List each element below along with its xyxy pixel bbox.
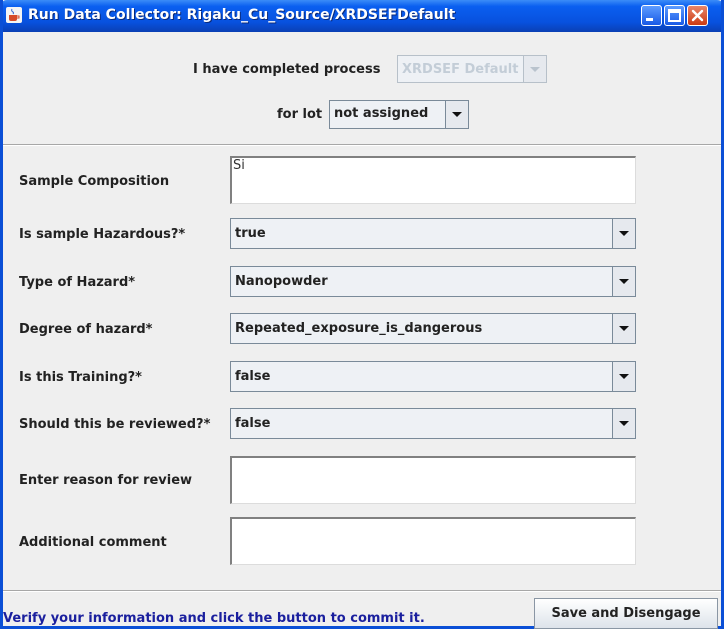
header-separator: [3, 144, 721, 146]
footer-separator: [3, 590, 721, 592]
lot-select[interactable]: not assigned: [329, 100, 469, 129]
close-icon: [691, 9, 704, 22]
process-label: I have completed process: [193, 62, 381, 77]
chevron-down-icon: [612, 267, 635, 296]
run-data-collector-window: Run Data Collector: Rigaku_Cu_Source/XRD…: [0, 0, 724, 629]
chevron-down-icon: [612, 219, 635, 248]
chevron-down-icon: [523, 56, 546, 82]
hazardous-value: true: [235, 226, 266, 241]
reviewed-value: false: [235, 416, 271, 431]
sample-composition-value: Si: [233, 158, 245, 173]
maximize-icon: [668, 9, 681, 22]
window-title: Run Data Collector: Rigaku_Cu_Source/XRD…: [28, 7, 456, 23]
hazard-degree-label: Degree of hazard*: [19, 322, 153, 337]
training-label: Is this Training?*: [19, 370, 142, 385]
hazard-type-select[interactable]: Nanopowder: [230, 266, 636, 297]
minimize-button[interactable]: [641, 5, 662, 26]
process-select: XRDSEF Default: [397, 55, 547, 83]
comment-label: Additional comment: [19, 535, 167, 550]
sample-composition-label: Sample Composition: [19, 174, 170, 189]
hazard-degree-value: Repeated_exposure_is_dangerous: [235, 321, 483, 336]
review-reason-label: Enter reason for review: [19, 473, 193, 488]
lot-label: for lot: [277, 107, 323, 122]
comment-field[interactable]: [230, 517, 636, 565]
reviewed-label: Should this be reviewed?*: [19, 417, 211, 432]
training-value: false: [235, 369, 271, 384]
close-button[interactable]: [687, 5, 708, 26]
training-select[interactable]: false: [230, 361, 636, 392]
reviewed-select[interactable]: false: [230, 408, 636, 439]
hazardous-label: Is sample Hazardous?*: [19, 227, 186, 242]
hazardous-select[interactable]: true: [230, 218, 636, 249]
status-message: Verify your information and click the bu…: [3, 611, 425, 626]
chevron-down-icon: [612, 409, 635, 438]
chevron-down-icon: [445, 101, 468, 128]
review-reason-field[interactable]: [230, 456, 636, 504]
hazard-type-value: Nanopowder: [235, 274, 328, 289]
process-value: XRDSEF Default: [402, 62, 519, 77]
chevron-down-icon: [612, 362, 635, 391]
lot-value: not assigned: [334, 106, 429, 121]
hazard-degree-select[interactable]: Repeated_exposure_is_dangerous: [230, 313, 636, 344]
hazard-type-label: Type of Hazard*: [19, 275, 136, 290]
title-bar[interactable]: Run Data Collector: Rigaku_Cu_Source/XRD…: [3, 0, 721, 32]
java-cup-icon: [6, 7, 22, 23]
maximize-button[interactable]: [664, 5, 685, 26]
chevron-down-icon: [612, 314, 635, 343]
save-and-disengage-button[interactable]: Save and Disengage: [534, 598, 718, 629]
minimize-icon: [646, 18, 653, 21]
sample-composition-field[interactable]: Si: [230, 156, 636, 204]
